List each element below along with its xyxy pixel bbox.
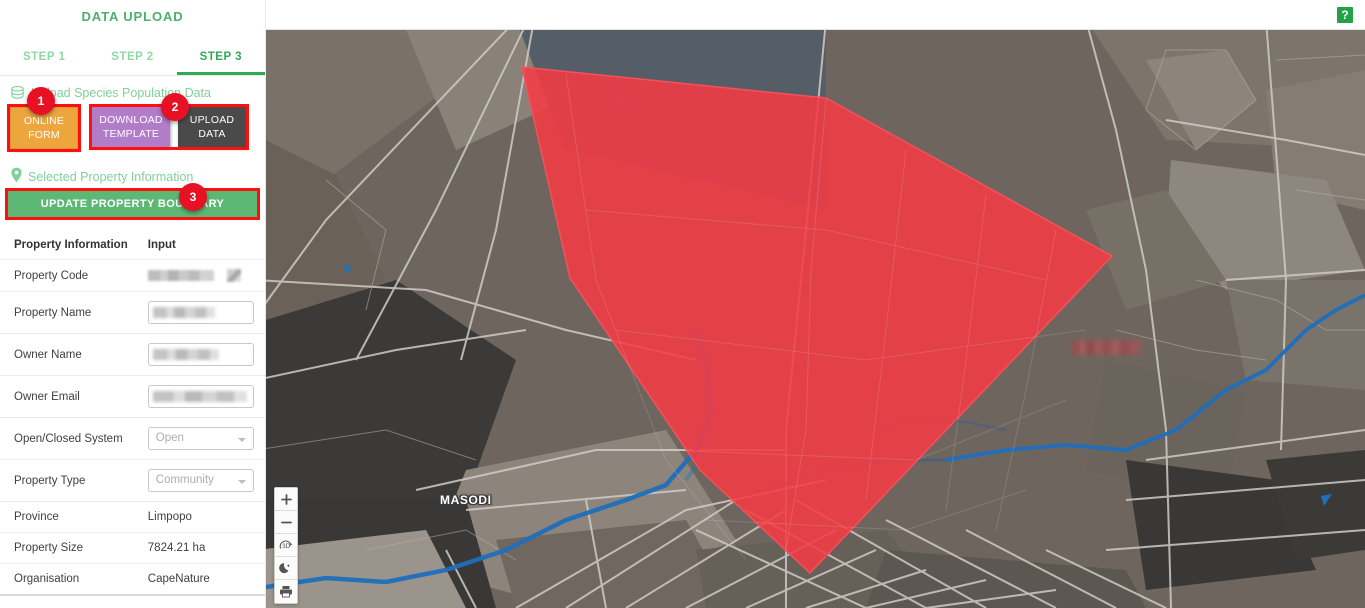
tab-step-1[interactable]: STEP 1 <box>0 38 88 75</box>
chevron-down-icon <box>237 438 246 442</box>
property-code-redacted-badge <box>226 269 241 282</box>
map-area[interactable]: MASODI 3D ? <box>266 0 1365 608</box>
open-closed-system-value: Open <box>155 432 184 444</box>
property-section-heading: Selected Property Information <box>0 149 265 189</box>
update-boundary-highlight: UPDATE PROPERTY BOUNDARY <box>5 188 260 220</box>
table-row-owner-email: Owner Email <box>0 376 265 418</box>
tab-step-3[interactable]: STEP 3 <box>176 38 265 75</box>
map-canvas[interactable]: MASODI 3D <box>266 30 1365 608</box>
zoom-out-icon[interactable] <box>275 511 297 534</box>
help-button[interactable]: ? <box>1337 7 1353 23</box>
property-code-redacted-value <box>147 270 214 281</box>
app-root: MASODI 3D ? DATA UPLOAD STEP 1 STEP 2 ST… <box>0 0 1365 608</box>
row-label-property-code: Property Code <box>14 269 89 282</box>
map-top-toolbar: ? <box>266 0 1365 30</box>
owner-name-input[interactable] <box>147 343 254 366</box>
owner-email-input[interactable] <box>147 385 254 408</box>
row-label-owner-email: Owner Email <box>14 390 80 403</box>
property-name-input[interactable] <box>147 301 254 324</box>
table-header-row: Property Information Input <box>0 231 265 260</box>
property-size-value: 7824.21 ha <box>147 542 206 554</box>
zoom-in-icon[interactable] <box>275 488 297 511</box>
row-label-organisation: Organisation <box>14 573 80 585</box>
3d-view-icon[interactable]: 3D <box>275 534 297 557</box>
row-label-property-name: Property Name <box>14 306 92 319</box>
night-mode-icon[interactable] <box>275 557 297 580</box>
property-type-select[interactable]: Community <box>147 469 254 492</box>
annotation-badge-1: 1 <box>27 87 55 115</box>
col-header-property-information: Property Information <box>14 239 128 251</box>
property-section-label: Selected Property Information <box>28 169 194 184</box>
open-closed-system-select[interactable]: Open <box>147 427 254 450</box>
map-basemap <box>266 30 1365 608</box>
organisation-value: CapeNature <box>147 573 210 585</box>
svg-text:3D: 3D <box>282 543 291 550</box>
update-property-boundary-button[interactable]: UPDATE PROPERTY BOUNDARY <box>8 191 257 217</box>
map-pin-icon <box>10 167 23 186</box>
table-row-property-name: Property Name <box>0 292 265 334</box>
row-label-property-type: Property Type <box>14 474 86 487</box>
step-tabs[interactable]: STEP 1 STEP 2 STEP 3 <box>0 38 265 76</box>
row-label-province: Province <box>14 511 59 523</box>
table-row-province: Province Limpopo <box>0 502 265 533</box>
table-row-property-code: Property Code <box>0 260 265 292</box>
database-icon <box>10 85 25 100</box>
update-boundary-wrap: UPDATE PROPERTY BOUNDARY <box>0 188 265 220</box>
print-icon[interactable] <box>275 580 297 603</box>
table-row-property-size: Property Size 7824.21 ha <box>0 533 265 564</box>
property-type-value: Community <box>155 474 214 486</box>
tab-step-2[interactable]: STEP 2 <box>88 38 176 75</box>
province-value: Limpopo <box>147 511 192 523</box>
col-header-input: Input <box>147 239 176 251</box>
table-row-owner-name: Owner Name <box>0 334 265 376</box>
annotation-badge-2: 2 <box>161 93 189 121</box>
chevron-down-icon <box>237 480 246 484</box>
table-row-property-type: Property Type Community <box>0 460 265 502</box>
table-row-open-closed-system: Open/Closed System Open <box>0 418 265 460</box>
upload-data-button[interactable]: UPLOAD DATA <box>178 107 246 147</box>
row-label-property-size: Property Size <box>14 542 84 554</box>
table-row-organisation: Organisation CapeNature <box>0 564 265 595</box>
row-label-open-closed-system: Open/Closed System <box>14 432 123 445</box>
annotation-badge-3: 3 <box>179 183 207 211</box>
download-template-button[interactable]: DOWNLOAD TEMPLATE <box>92 107 170 147</box>
page-title: DATA UPLOAD <box>81 9 184 24</box>
map-controls[interactable]: 3D <box>274 487 298 604</box>
property-information-table: Property Information Input Property Code… <box>0 231 265 596</box>
row-label-owner-name: Owner Name <box>14 348 82 361</box>
